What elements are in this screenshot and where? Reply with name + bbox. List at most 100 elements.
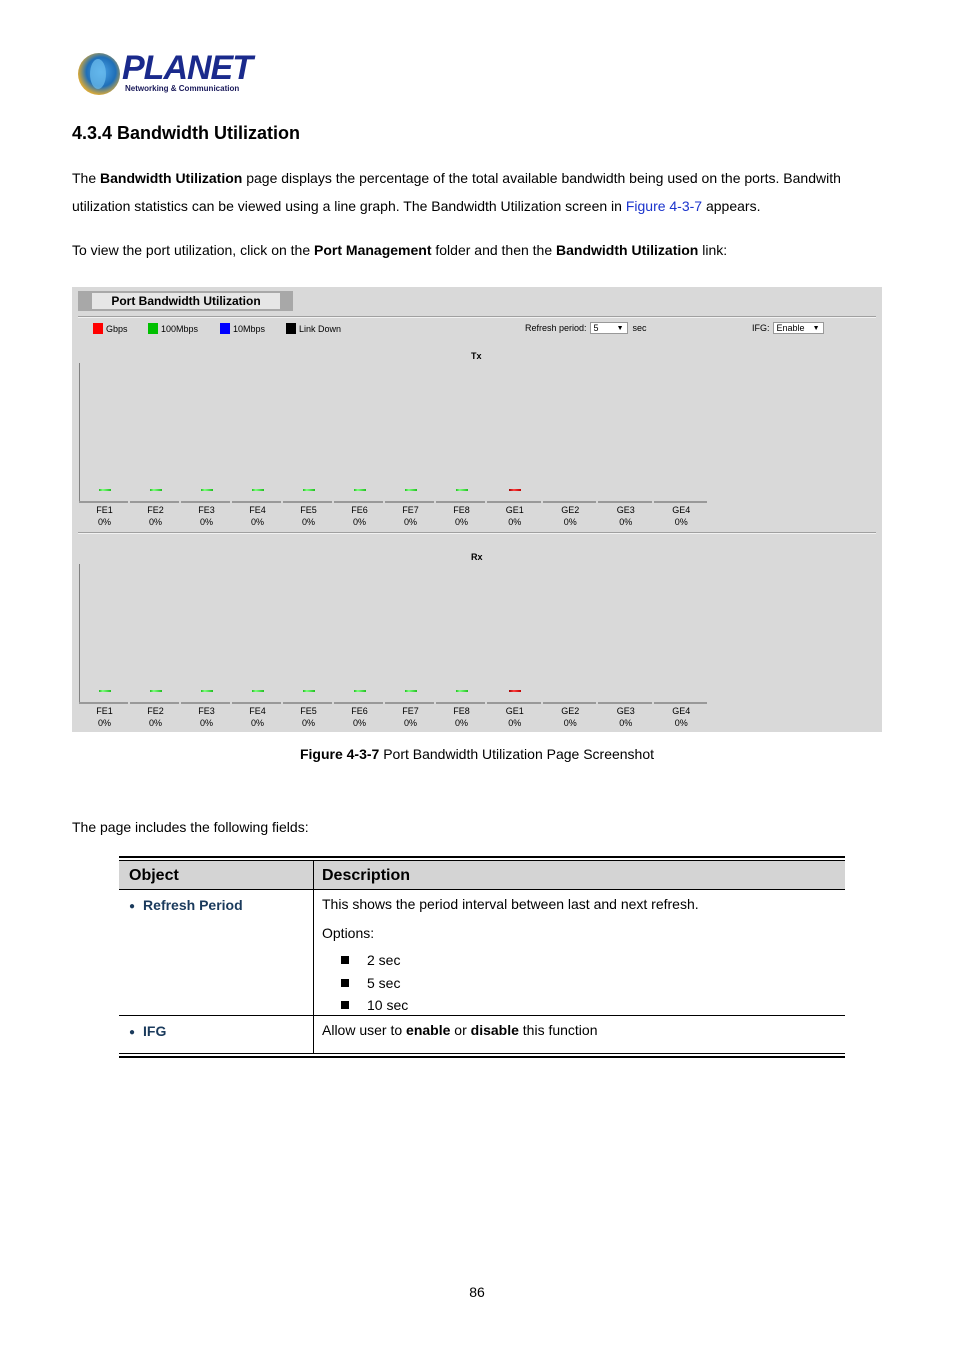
port-name: FE6: [351, 505, 368, 515]
port-utilization: 0%: [674, 718, 688, 728]
port-name: FE7: [402, 505, 419, 515]
port-baseline: [79, 501, 128, 503]
port-utilization: 0%: [563, 718, 577, 728]
port-column: GE2 0%: [542, 489, 599, 529]
utilization-mark: [302, 489, 315, 491]
bold-term: disable: [470, 1022, 519, 1038]
square-bullet-icon: [341, 956, 349, 964]
text: page displays the percentage of the tota…: [242, 170, 841, 186]
port-baseline: [487, 501, 541, 503]
table-row-object: ● Refresh Period: [129, 897, 243, 913]
text: The: [72, 170, 101, 186]
port-baseline: [436, 702, 485, 704]
port-column: FE7 0%: [385, 489, 436, 529]
utilization-mark: [302, 690, 315, 692]
utilization-mark: [353, 690, 366, 692]
divider: [78, 316, 876, 318]
port-utilization: 0%: [199, 718, 213, 728]
option-item: 2 sec: [341, 952, 400, 968]
port-baseline: [598, 501, 652, 503]
ifg-value: Enable: [776, 323, 805, 333]
option-text: 10 sec: [367, 997, 409, 1013]
logo-tagline: Networking & Communication: [125, 84, 240, 93]
legend-swatch-black: [286, 323, 296, 334]
caption-text: Port Bandwidth Utilization Page Screensh…: [379, 746, 655, 762]
table-bottom-border: [119, 1053, 845, 1058]
utilization-mark: [98, 690, 111, 692]
port-baseline: [487, 702, 541, 704]
text: Allow user to: [322, 1022, 407, 1038]
object-label: IFG: [143, 1023, 167, 1039]
port-baseline: [283, 501, 332, 503]
bullet-icon: ●: [129, 900, 136, 912]
table-row-description: This shows the period interval between l…: [322, 896, 699, 912]
port-name: FE6: [351, 706, 368, 716]
port-utilization: 0%: [352, 517, 366, 527]
utilization-mark: [508, 489, 521, 491]
divider: [78, 532, 876, 534]
port-column: GE2 0%: [542, 690, 599, 730]
port-baseline: [181, 501, 230, 503]
port-utilization: 0%: [148, 517, 162, 527]
tx-y-axis: [79, 363, 80, 503]
port-column: FE1 0%: [79, 489, 130, 529]
option-text: 5 sec: [367, 975, 401, 991]
port-bandwidth-screenshot: Port Bandwidth Utilization Gbps 100Mbps …: [72, 287, 882, 732]
bold-term: Bandwidth Utilization: [556, 242, 699, 258]
utilization-mark: [404, 690, 417, 692]
port-utilization: 0%: [352, 718, 366, 728]
port-baseline: [283, 702, 332, 704]
bullet-icon: ●: [129, 1026, 136, 1038]
ifg-control: IFG: Enable ▼: [752, 322, 829, 334]
port-name: GE3: [616, 706, 635, 716]
option-item: 10 sec: [341, 997, 408, 1013]
utilization-mark: [149, 690, 162, 692]
utilization-mark: [353, 489, 366, 491]
legend-100mbps: 100Mbps: [148, 323, 198, 334]
legend-10mbps: 10Mbps: [220, 323, 265, 334]
port-utilization: 0%: [250, 718, 264, 728]
refresh-period-label: Refresh period:: [525, 323, 587, 333]
port-column: FE2 0%: [130, 690, 181, 730]
port-utilization: 0%: [301, 718, 315, 728]
port-utilization: 0%: [403, 718, 417, 728]
rx-y-axis: [79, 564, 80, 704]
port-column: FE8 0%: [436, 489, 487, 529]
utilization-mark: [251, 690, 264, 692]
port-name: FE7: [402, 706, 419, 716]
utilization-mark: [98, 489, 111, 491]
bold-term: enable: [406, 1022, 451, 1038]
text: this function: [518, 1022, 598, 1038]
utilization-mark: [200, 690, 213, 692]
figure-link[interactable]: Figure 4-3-7: [626, 198, 702, 214]
port-column: FE1 0%: [79, 690, 130, 730]
panel-title-bar: Port Bandwidth Utilization: [78, 291, 293, 311]
refresh-period-value: 5: [593, 323, 599, 333]
port-baseline: [130, 501, 179, 503]
port-name: FE4: [249, 706, 266, 716]
intro-paragraph: The Bandwidth Utilization page displays …: [72, 164, 892, 220]
table-row-description: Allow user to enable or disable this fun…: [322, 1022, 598, 1038]
ifg-select[interactable]: Enable ▼: [772, 322, 824, 334]
globe-icon: [78, 53, 120, 95]
utilization-mark: [251, 489, 264, 491]
utilization-mark: [149, 489, 162, 491]
port-baseline: [334, 501, 383, 503]
text: To view the port utilization, click on t…: [72, 242, 315, 258]
column-divider: [313, 861, 314, 1053]
port-column: FE8 0%: [436, 690, 487, 730]
tx-label: Tx: [471, 351, 482, 361]
port-name: GE4: [672, 505, 691, 515]
refresh-period-select[interactable]: 5 ▼: [589, 322, 628, 334]
figure-caption: Figure 4-3-7 Port Bandwidth Utilization …: [0, 746, 954, 762]
port-column: FE5 0%: [283, 690, 334, 730]
port-column: FE4 0%: [232, 690, 283, 730]
text: or: [450, 1022, 471, 1038]
text: folder and then the: [431, 242, 557, 258]
port-baseline: [232, 702, 281, 704]
port-column: FE6 0%: [334, 690, 385, 730]
port-name: FE8: [453, 706, 470, 716]
port-utilization: 0%: [508, 718, 522, 728]
port-baseline: [542, 501, 596, 503]
panel-title: Port Bandwidth Utilization: [92, 293, 280, 309]
